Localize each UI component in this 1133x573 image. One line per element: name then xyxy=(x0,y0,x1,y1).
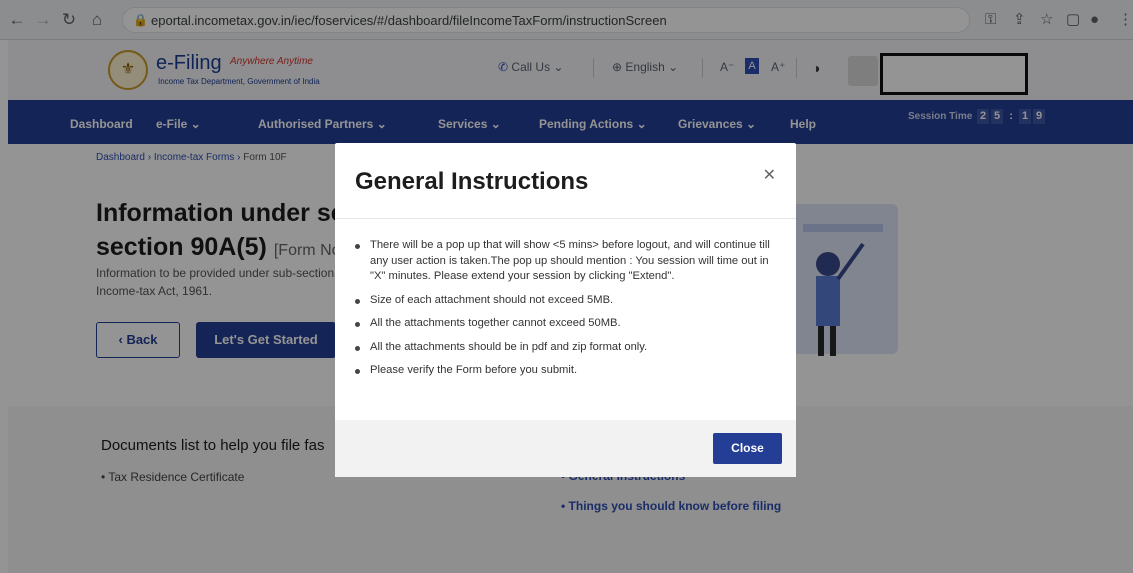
instruction-list: There will be a pop up that will show <5… xyxy=(355,238,780,387)
instruction-item: Size of each attachment should not excee… xyxy=(355,293,780,309)
instruction-item: Please verify the Form before you submit… xyxy=(355,363,780,379)
instruction-item: All the attachments together cannot exce… xyxy=(355,316,780,332)
modal-divider xyxy=(335,218,796,219)
modal-footer: Close xyxy=(335,420,796,477)
general-instructions-modal: General Instructions ✕ There will be a p… xyxy=(335,143,796,477)
instruction-item: There will be a pop up that will show <5… xyxy=(355,238,780,285)
instruction-item: All the attachments should be in pdf and… xyxy=(355,340,780,356)
close-button[interactable]: Close xyxy=(713,433,782,464)
modal-title: General Instructions xyxy=(355,168,589,195)
close-icon[interactable]: ✕ xyxy=(763,165,776,185)
